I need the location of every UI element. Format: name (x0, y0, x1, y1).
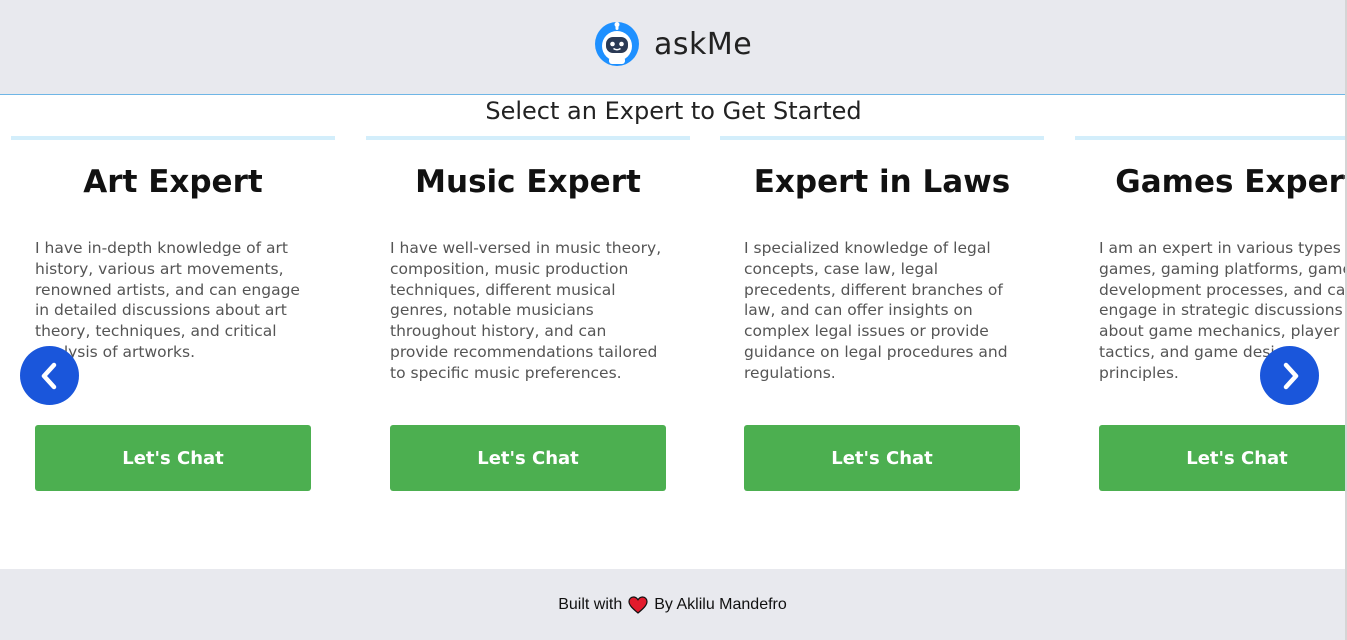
card-title: Art Expert (83, 164, 263, 200)
chevron-left-icon (41, 362, 56, 389)
card-description: I have in-depth knowledge of art history… (35, 239, 300, 361)
expert-card-art: Art Expert I have in-depth knowledge of … (11, 136, 335, 540)
robot-icon (595, 22, 639, 66)
brand[interactable]: askMe (594, 21, 752, 67)
brand-name: askMe (654, 26, 753, 62)
expert-card-music: Music Expert I have well-versed in music… (366, 136, 690, 540)
card-title: Games Expert (1115, 164, 1345, 200)
expert-card-laws: Expert in Laws I specialized knowledge o… (720, 136, 1044, 540)
footer-author: By Aklilu Mandefro (654, 596, 787, 613)
footer-prefix: Built with (558, 596, 623, 613)
card-title: Expert in Laws (753, 164, 1011, 200)
card-title: Music Expert (415, 164, 641, 200)
expert-card-games: Games Expert I am an expert in various t… (1075, 136, 1345, 540)
heart-icon (628, 596, 648, 614)
lets-chat-button[interactable]: Let's Chat (744, 425, 1020, 491)
page-title: Select an Expert to Get Started (485, 97, 862, 125)
chevron-right-icon (1283, 362, 1298, 389)
card-description: I have well-versed in music theory, comp… (390, 239, 662, 382)
page: askMe Select an Expert to Get Started Ar… (0, 0, 1347, 640)
expert-carousel: Art Expert I have in-depth knowledge of … (0, 136, 1345, 558)
lets-chat-button[interactable]: Let's Chat (390, 425, 666, 491)
card-description: I specialized knowledge of legal concept… (744, 239, 1008, 382)
footer-credit: Built with By Aklilu Mandefro (0, 596, 1345, 614)
carousel-next-button[interactable] (1260, 346, 1319, 405)
carousel-prev-button[interactable] (20, 346, 79, 405)
lets-chat-button[interactable]: Let's Chat (35, 425, 311, 491)
header: askMe (0, 0, 1347, 95)
footer: Built with By Aklilu Mandefro (0, 569, 1345, 640)
lets-chat-button[interactable]: Let's Chat (1099, 425, 1345, 491)
